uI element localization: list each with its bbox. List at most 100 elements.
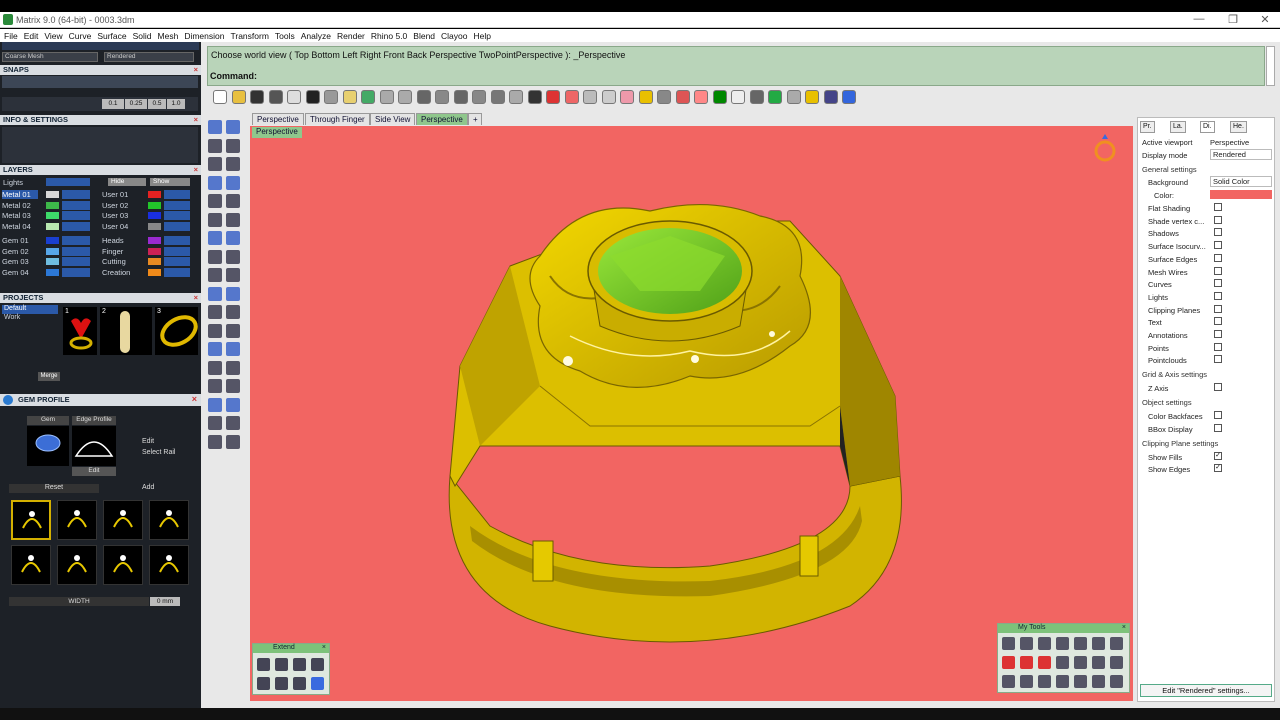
layer-item[interactable]: User 02 xyxy=(102,201,136,210)
layer-toggles[interactable] xyxy=(62,268,90,277)
close-icon[interactable]: × xyxy=(192,394,197,404)
my-tools-icon[interactable] xyxy=(1020,637,1033,650)
tab-perspective[interactable]: Perspective xyxy=(252,113,304,125)
layer-item[interactable]: Metal 02 xyxy=(2,201,38,210)
vertical-tool-icon[interactable] xyxy=(208,138,222,153)
layer-item[interactable]: User 04 xyxy=(102,222,136,231)
extend-arc-2-icon[interactable] xyxy=(275,677,288,690)
toolbar-tool-icon[interactable] xyxy=(731,90,745,104)
profile-option-2[interactable] xyxy=(57,500,97,540)
menu-file[interactable]: File xyxy=(0,29,20,41)
layer-toggles[interactable] xyxy=(164,257,190,266)
vertical-tool-icon[interactable] xyxy=(208,434,222,449)
layer-item[interactable]: Creation xyxy=(102,268,136,277)
vertical-tool-icon[interactable] xyxy=(208,120,222,134)
menu-rhino[interactable]: Rhino 5.0 xyxy=(367,29,409,41)
toolbar-tool-icon[interactable] xyxy=(509,90,523,104)
tab-side-view[interactable]: Side View xyxy=(370,113,416,125)
layer-toggles[interactable] xyxy=(164,268,190,277)
layer-color-swatch[interactable] xyxy=(148,248,161,255)
layer-item[interactable]: Gem 04 xyxy=(2,268,38,277)
menu-tools[interactable]: Tools xyxy=(271,29,297,41)
close-icon[interactable]: × xyxy=(1122,624,1126,631)
my-tools-icon[interactable] xyxy=(1110,637,1123,650)
check-box[interactable] xyxy=(1214,342,1222,351)
extend-surface-icon[interactable] xyxy=(311,677,324,690)
check-box[interactable] xyxy=(1214,266,1222,275)
menu-view[interactable]: View xyxy=(40,29,64,41)
display-mode-select[interactable]: Rendered xyxy=(1210,149,1272,160)
vertical-tool-icon[interactable] xyxy=(208,360,222,375)
check-box[interactable] xyxy=(1214,228,1222,237)
close-icon[interactable]: × xyxy=(194,165,198,175)
vertical-tool-icon[interactable] xyxy=(208,397,222,412)
menu-blend[interactable]: Blend xyxy=(409,29,437,41)
vertical-tool-icon[interactable] xyxy=(226,286,240,301)
menu-edit[interactable]: Edit xyxy=(20,29,41,41)
background-select[interactable]: Solid Color xyxy=(1210,176,1272,187)
layer-color-swatch[interactable] xyxy=(148,202,161,209)
toolbar-tool-icon[interactable] xyxy=(638,90,653,104)
profile-option-8[interactable] xyxy=(149,545,189,585)
lights-toggle[interactable] xyxy=(46,178,90,186)
toolbar-tool-icon[interactable] xyxy=(546,90,560,104)
mesh-dropdown[interactable]: Coarse Mesh xyxy=(2,52,98,62)
my-tools-icon[interactable] xyxy=(1074,656,1087,669)
close-icon[interactable]: × xyxy=(194,65,198,75)
layer-item[interactable]: Gem 02 xyxy=(2,247,38,256)
layer-toggles[interactable] xyxy=(62,257,90,266)
vertical-tool-icon[interactable] xyxy=(208,175,222,190)
add-tab-button[interactable]: + xyxy=(468,113,482,125)
menu-analyze[interactable]: Analyze xyxy=(297,29,333,41)
viewport-label[interactable]: Perspective xyxy=(252,127,302,138)
project-thumb-2[interactable]: 2 xyxy=(100,307,152,355)
layer-toggles[interactable] xyxy=(164,247,190,256)
toolbar-tool-icon[interactable] xyxy=(250,90,264,104)
my-tools-icon[interactable] xyxy=(1074,637,1087,650)
vertical-tool-icon[interactable] xyxy=(208,231,222,245)
vertical-tool-icon[interactable] xyxy=(226,342,240,356)
toolbar-tool-icon[interactable] xyxy=(583,90,597,104)
layer-item[interactable]: Cutting xyxy=(102,257,136,266)
toolbar-tool-icon[interactable] xyxy=(527,90,542,104)
z-axis-checkbox[interactable] xyxy=(1214,383,1222,391)
vertical-tool-icon[interactable] xyxy=(226,138,240,153)
edit-rendered-settings-button[interactable]: Edit "Rendered" settings... xyxy=(1140,684,1272,697)
tab-properties[interactable]: Pr. xyxy=(1140,121,1155,133)
layer-toggles[interactable] xyxy=(62,222,90,231)
edit-profile-button[interactable]: Edit xyxy=(72,467,116,476)
toolbar-tool-icon[interactable] xyxy=(453,90,468,104)
menu-help[interactable]: Help xyxy=(470,29,493,41)
extend-curve-icon[interactable] xyxy=(257,658,270,671)
toolbar-tool-icon[interactable] xyxy=(213,90,227,104)
close-button[interactable]: ✕ xyxy=(1250,13,1280,26)
check-box[interactable] xyxy=(1214,291,1222,300)
toolbar-tool-icon[interactable] xyxy=(361,90,375,104)
show-button[interactable]: Show xyxy=(150,178,190,186)
layer-item[interactable]: Gem 01 xyxy=(2,236,38,245)
extend-line-icon[interactable] xyxy=(275,658,288,671)
layer-item[interactable]: Metal 03 xyxy=(2,211,38,220)
layer-toggles[interactable] xyxy=(164,201,190,210)
menu-transform[interactable]: Transform xyxy=(226,29,270,41)
toolbar-tool-icon[interactable] xyxy=(490,90,505,104)
reset-button[interactable]: Reset xyxy=(9,484,99,493)
layer-color-swatch[interactable] xyxy=(148,258,161,265)
close-icon[interactable]: × xyxy=(322,644,326,651)
check-box[interactable] xyxy=(1214,355,1222,364)
vertical-tool-icon[interactable] xyxy=(208,286,222,301)
layer-toggles[interactable] xyxy=(62,211,90,220)
vertical-tool-icon[interactable] xyxy=(226,212,240,227)
toolbar-tool-icon[interactable] xyxy=(749,90,764,104)
toolbar-tool-icon[interactable] xyxy=(324,90,338,104)
check-box[interactable] xyxy=(1214,215,1222,224)
close-icon[interactable]: × xyxy=(194,293,198,303)
background-color-swatch[interactable] xyxy=(1210,190,1272,199)
my-tools-icon[interactable] xyxy=(1092,656,1105,669)
vertical-tool-icon[interactable] xyxy=(208,157,222,171)
menu-render[interactable]: Render xyxy=(333,29,367,41)
edge-profile-preview[interactable] xyxy=(72,426,116,466)
profile-option-4[interactable] xyxy=(149,500,189,540)
toolbar-tool-icon[interactable] xyxy=(694,90,708,104)
layer-item[interactable]: User 01 xyxy=(102,190,136,199)
